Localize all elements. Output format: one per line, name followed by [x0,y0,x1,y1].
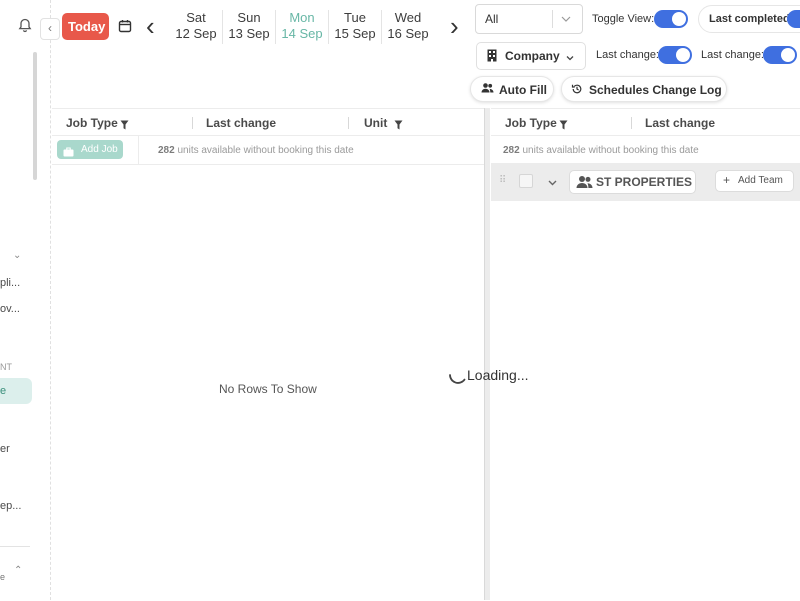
sidebar-section-label: NT [0,362,12,372]
panel-resize-handle[interactable] [484,108,490,600]
no-rows-message: No Rows To Show [219,382,317,396]
column-header-last-change[interactable]: Last change [645,116,715,130]
drag-handle-icon[interactable]: ⠿ [499,175,506,186]
units-count: 282 [503,145,520,156]
right-grid-pinned-row: 282 units available without booking this… [491,136,800,165]
last-change-label: Last change: [701,49,764,61]
date-day: Sun [237,10,261,25]
left-grid-pinned-row: Add Job 282 units available without book… [52,136,484,165]
select-divider [552,10,553,28]
date-sat[interactable]: Sat 12 Sep [170,10,222,42]
auto-fill-label: Auto Fill [499,83,547,97]
group-name-chip[interactable]: ST PROPERTIES [569,170,696,194]
building-icon [487,49,497,67]
column-header-job-type[interactable]: Job Type [66,116,118,130]
date-tue[interactable]: Tue 15 Sep [329,10,381,42]
row-checkbox[interactable] [519,174,533,188]
date-day: Sat [186,10,206,25]
column-separator[interactable] [348,117,349,129]
left-sidebar: ‹ ⌄ pli... ov... NT e er ep... e ⌃ [0,0,60,600]
bell-icon[interactable] [18,18,32,38]
company-select[interactable]: Company [476,42,586,70]
date-value: 15 Sep [334,26,376,41]
last-completed-switch[interactable] [787,10,800,28]
units-text: units available without booking this dat… [522,145,699,156]
units-available-text: 282 units available without booking this… [158,145,354,156]
date-value: 12 Sep [175,26,217,41]
loading-text: Loading... [467,367,529,383]
right-grid-header: Job Type Last change [491,109,800,136]
filter-select-value: All [485,12,499,26]
group-name-label: ST PROPERTIES [596,175,693,189]
toggle-view-label: Toggle View: [592,13,655,25]
plus-icon: + [723,173,731,187]
auto-fill-button[interactable]: Auto Fill [470,76,554,102]
date-wed[interactable]: Wed 16 Sep [382,10,434,42]
units-text: units available without booking this dat… [177,145,354,156]
date-value: 14 Sep [281,26,323,41]
sidebar-item-5[interactable]: ep... [0,500,21,512]
group-row[interactable]: ⠿ ST PROPERTIES + Add Team [491,163,800,201]
history-icon [571,83,583,98]
units-count: 282 [158,145,175,156]
filter-icon[interactable] [394,117,403,135]
chevron-down-icon [565,50,575,68]
date-sun[interactable]: Sun 13 Sep [223,10,275,42]
date-mon[interactable]: Mon 14 Sep [276,10,328,42]
users-icon [576,175,593,192]
last-completed-pill[interactable]: Last completed [698,5,800,33]
add-job-label: Add Job [81,144,118,155]
schedules-change-log-label: Schedules Change Log [589,83,722,97]
chevron-up-icon[interactable]: ⌃ [14,565,22,576]
column-separator[interactable] [192,117,193,129]
sidebar-divider [0,546,30,547]
left-grid: Job Type Last change Unit Add Job 282 un… [52,108,484,601]
toggle-view-switch[interactable] [654,10,688,28]
loading-spinner-icon [447,367,467,392]
sidebar-scrollbar[interactable] [33,52,37,180]
sidebar-item-1[interactable]: pli... [0,277,20,289]
filter-icon[interactable] [120,117,129,135]
next-date-button[interactable]: › [450,13,459,39]
sidebar-item-3[interactable]: e [0,385,6,397]
sidebar-item-4[interactable]: er [0,443,10,455]
briefcase-icon [63,144,74,162]
date-day: Tue [344,10,366,25]
last-change-switch[interactable] [763,46,797,64]
collapse-sidebar-button[interactable]: ‹ [40,18,60,40]
schedules-change-log-button[interactable]: Schedules Change Log [561,76,727,102]
add-team-label: Add Team [738,175,783,186]
expand-group-button[interactable] [547,175,558,193]
cell-separator [138,136,139,164]
company-label: Company [505,49,560,63]
filter-icon[interactable] [559,117,568,135]
add-team-button[interactable]: + Add Team [715,170,794,192]
units-available-text: 282 units available without booking this… [503,145,699,156]
last-completed-label: Last completed [709,13,790,25]
sidebar-item-2[interactable]: ov... [0,303,20,315]
date-day: Mon [289,10,315,25]
sidebar-item-6[interactable]: e [0,572,5,582]
users-icon [481,82,494,97]
filter-select[interactable]: All [475,4,583,34]
calendar-icon[interactable] [118,19,132,38]
today-button[interactable]: Today [62,13,109,40]
column-header-job-type[interactable]: Job Type [505,116,557,130]
column-header-unit[interactable]: Unit [364,116,387,130]
column-separator[interactable] [631,117,632,129]
left-grid-header: Job Type Last change Unit [52,109,484,136]
previous-date-button[interactable]: ‹ [146,13,155,39]
date-value: 16 Sep [387,26,429,41]
last-change-label: Last change: [596,49,659,61]
date-value: 13 Sep [228,26,270,41]
date-day: Wed [394,10,422,25]
column-header-last-change[interactable]: Last change [206,116,276,130]
last-change-switch[interactable] [658,46,692,64]
add-job-button[interactable]: Add Job [57,140,123,159]
chevron-down-icon[interactable]: ⌄ [13,250,21,261]
chevron-down-icon [560,12,572,30]
